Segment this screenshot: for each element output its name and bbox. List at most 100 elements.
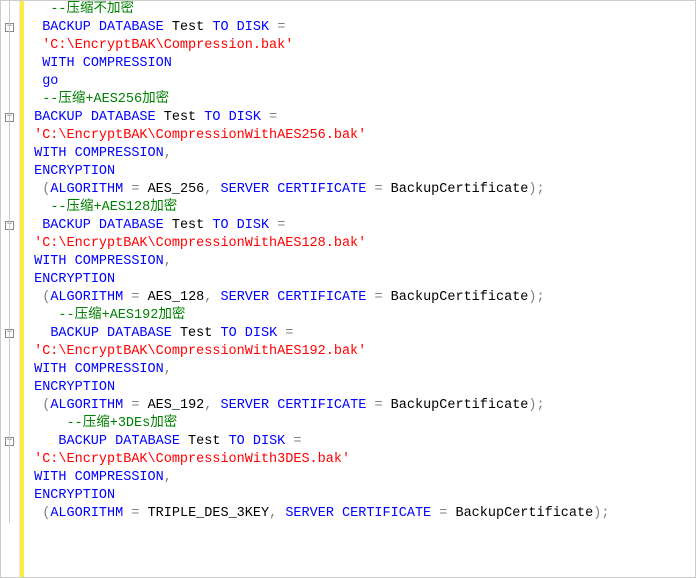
token: BACKUP [58,434,107,449]
code-line[interactable]: ENCRYPTION [26,487,695,505]
token: DATABASE [91,110,156,125]
token: ENCRYPTION [34,272,115,287]
token: ENCRYPTION [34,164,115,179]
token: DISK [229,110,261,125]
token: = [131,290,139,305]
token: BACKUP [50,326,99,341]
token: BackupCertificate [391,182,529,197]
token: --压缩+AES128加密 [50,200,177,215]
token: = [439,506,447,521]
token: DATABASE [107,326,172,341]
code-line[interactable]: WITH COMPRESSION, [26,469,695,487]
token: TO [204,110,220,125]
token: = [293,434,301,449]
token: ); [528,182,544,197]
token: TO [220,326,236,341]
code-line[interactable]: (ALGORITHM = TRIPLE_DES_3KEY, SERVER CER… [26,505,695,523]
code-line[interactable]: ENCRYPTION [26,163,695,181]
code-line[interactable]: WITH COMPRESSION [26,55,695,73]
token: Test [188,434,220,449]
token: COMPRESSION [75,254,164,269]
token: ); [528,290,544,305]
token: AES_256 [148,182,205,197]
code-line[interactable]: (ALGORITHM = AES_256, SERVER CERTIFICATE… [26,181,695,199]
code-line[interactable]: BACKUP DATABASE Test TO DISK = [26,109,695,127]
code-line[interactable]: 'C:\EncryptBAK\CompressionWith3DES.bak' [26,451,695,469]
token: ); [528,398,544,413]
code-line[interactable]: WITH COMPRESSION, [26,253,695,271]
token: ); [593,506,609,521]
token: CERTIFICATE [277,182,366,197]
token: CERTIFICATE [277,398,366,413]
token: TRIPLE_DES_3KEY [148,506,270,521]
token: 'C:\EncryptBAK\CompressionWithAES192.bak… [34,344,366,359]
token: Test [180,326,212,341]
token: DATABASE [99,20,164,35]
token: 'C:\EncryptBAK\CompressionWithAES128.bak… [34,236,366,251]
token: = [269,110,277,125]
token: BackupCertificate [455,506,593,521]
code-line[interactable]: BACKUP DATABASE Test TO DISK = [26,217,695,235]
token: SERVER [221,182,270,197]
code-area[interactable]: --压缩不加密 BACKUP DATABASE Test TO DISK = '… [24,1,695,577]
token: --压缩+3DEs加密 [67,416,178,431]
token: WITH [34,362,66,377]
token: COMPRESSION [75,362,164,377]
code-line[interactable]: 'C:\EncryptBAK\Compression.bak' [26,37,695,55]
token: SERVER [285,506,334,521]
token: ENCRYPTION [34,380,115,395]
code-line[interactable]: BACKUP DATABASE Test TO DISK = [26,19,695,37]
code-line[interactable]: WITH COMPRESSION, [26,145,695,163]
code-line[interactable]: go [26,73,695,91]
code-line[interactable]: 'C:\EncryptBAK\CompressionWithAES256.bak… [26,127,695,145]
code-line[interactable]: ENCRYPTION [26,271,695,289]
token: CERTIFICATE [277,290,366,305]
fold-gutter [1,1,20,577]
token: = [131,398,139,413]
token: TO [212,218,228,233]
token: ENCRYPTION [34,488,115,503]
code-line[interactable]: (ALGORITHM = AES_192, SERVER CERTIFICATE… [26,397,695,415]
code-line[interactable]: --压缩+AES128加密 [26,199,695,217]
code-line[interactable]: --压缩+3DEs加密 [26,415,695,433]
code-line[interactable]: (ALGORITHM = AES_128, SERVER CERTIFICATE… [26,289,695,307]
token: BACKUP [34,110,83,125]
token: Test [172,20,204,35]
token: COMPRESSION [75,470,164,485]
token: CERTIFICATE [342,506,431,521]
token: WITH [34,146,66,161]
token: go [42,74,58,89]
code-line[interactable]: --压缩不加密 [26,1,695,19]
token: COMPRESSION [83,56,172,71]
code-line[interactable]: WITH COMPRESSION, [26,361,695,379]
code-editor[interactable]: --压缩不加密 BACKUP DATABASE Test TO DISK = '… [0,0,696,578]
token: DISK [253,434,285,449]
code-line[interactable]: --压缩+AES256加密 [26,91,695,109]
token: ALGORITHM [50,182,123,197]
token: --压缩+AES256加密 [42,92,169,107]
token: DISK [237,218,269,233]
token: , [164,362,172,377]
token: WITH [42,56,74,71]
token: BACKUP [42,20,91,35]
token: WITH [34,470,66,485]
token: DATABASE [99,218,164,233]
token: BackupCertificate [391,290,529,305]
token: , [164,146,172,161]
token: SERVER [221,290,270,305]
code-line[interactable]: 'C:\EncryptBAK\CompressionWithAES192.bak… [26,343,695,361]
token: = [131,506,139,521]
token: , [204,182,212,197]
code-line[interactable]: --压缩+AES192加密 [26,307,695,325]
code-line[interactable]: BACKUP DATABASE Test TO DISK = [26,325,695,343]
token: WITH [34,254,66,269]
token: --压缩不加密 [50,2,134,17]
code-line[interactable]: ENCRYPTION [26,379,695,397]
token: Test [172,218,204,233]
token: ALGORITHM [50,506,123,521]
token: COMPRESSION [75,146,164,161]
code-line[interactable]: BACKUP DATABASE Test TO DISK = [26,433,695,451]
token: Test [164,110,196,125]
code-line[interactable]: 'C:\EncryptBAK\CompressionWithAES128.bak… [26,235,695,253]
token: DATABASE [115,434,180,449]
